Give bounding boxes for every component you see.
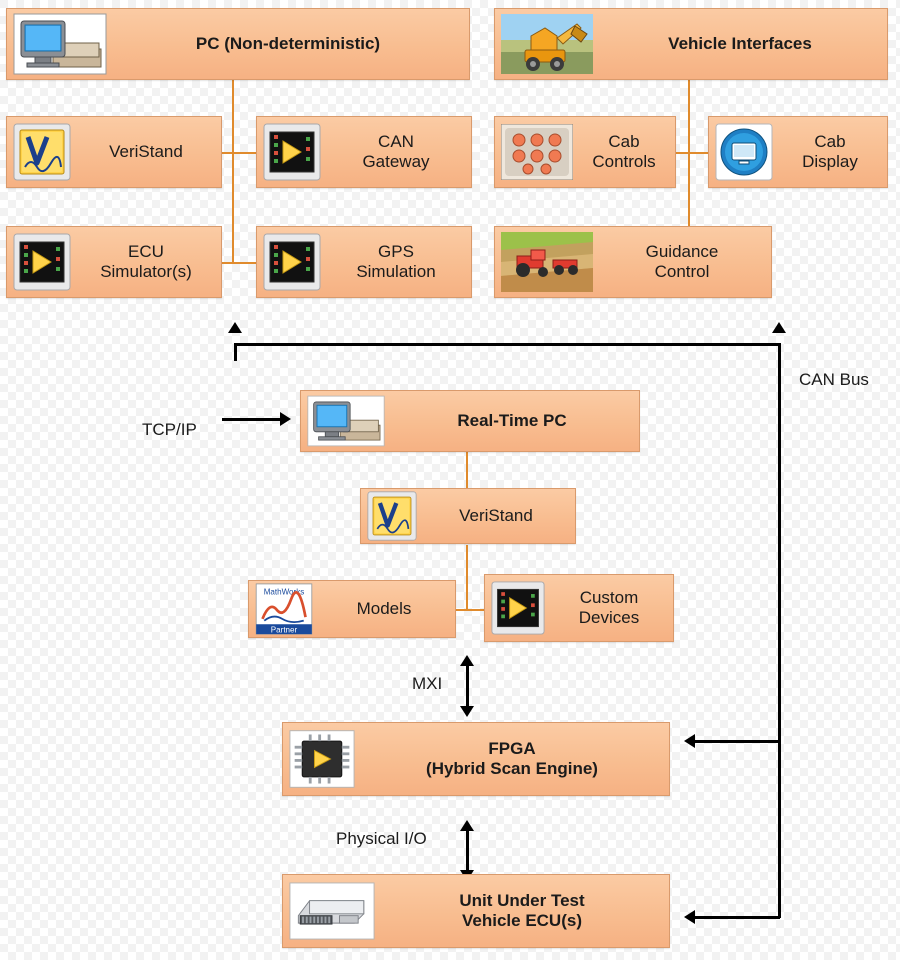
labview-vi-icon bbox=[263, 233, 321, 291]
labview-vi-icon bbox=[491, 581, 545, 635]
tcpip-arrow-line bbox=[222, 418, 282, 421]
node-cab-display[interactable]: Cab Display bbox=[708, 116, 888, 188]
connector-pc-to-rows bbox=[232, 79, 234, 153]
connector-veristand-models bbox=[466, 545, 468, 610]
edge-label-tcp-ip: TCP/IP bbox=[142, 420, 197, 439]
mxi-line bbox=[466, 665, 469, 708]
fpga-chip-icon bbox=[289, 729, 355, 789]
node-label: Vehicle Interfaces bbox=[668, 33, 812, 53]
node-label: Custom Devices bbox=[578, 587, 640, 627]
connector-pc-row-bus bbox=[232, 153, 234, 263]
ecu-module-icon bbox=[289, 882, 375, 940]
can-bus-left-arrowhead bbox=[228, 322, 242, 333]
node-pc-non-deterministic[interactable]: PC (Non-deterministic) bbox=[6, 8, 470, 80]
veristand-v-icon bbox=[13, 123, 71, 181]
node-ecu-simulators[interactable]: ECU Simulator(s) bbox=[6, 226, 222, 298]
node-custom-devices[interactable]: Custom Devices bbox=[484, 574, 674, 642]
veristand-v-icon bbox=[367, 491, 417, 541]
node-vehicle-interfaces[interactable]: Vehicle Interfaces bbox=[494, 8, 888, 80]
can-bus-fpga-arrowhead bbox=[684, 734, 695, 748]
monitor-round-icon bbox=[715, 123, 773, 181]
node-label: Cab Display bbox=[802, 131, 858, 171]
tractor-field-photo-icon bbox=[501, 232, 593, 292]
edge-label-physical-io: Physical I/O bbox=[336, 829, 427, 848]
labview-vi-icon bbox=[263, 123, 321, 181]
can-bus-top-rail bbox=[235, 343, 781, 346]
excavator-photo-icon bbox=[501, 14, 593, 74]
can-bus-left-stub bbox=[234, 343, 237, 361]
node-veristand-top[interactable]: VeriStand bbox=[6, 116, 222, 188]
node-label: Real-Time PC bbox=[457, 410, 567, 430]
node-label: Unit Under Test Vehicle ECU(s) bbox=[459, 890, 585, 930]
connector-vehicle-to-rows bbox=[688, 79, 690, 153]
edge-label-mxi: MXI bbox=[412, 674, 443, 693]
node-label: VeriStand bbox=[109, 141, 183, 161]
desktop-computer-icon bbox=[13, 13, 107, 75]
can-bus-right-rail bbox=[778, 343, 781, 918]
diagram-canvas: CAN Bus TCP/IP MXI Physical I/O PC (Non-… bbox=[0, 0, 900, 960]
node-guidance-control[interactable]: Guidance Control bbox=[494, 226, 772, 298]
mxi-arrowhead-down bbox=[460, 706, 474, 717]
node-unit-under-test[interactable]: Unit Under Test Vehicle ECU(s) bbox=[282, 874, 670, 948]
node-label: Cab Controls bbox=[592, 131, 656, 171]
node-label: Models bbox=[356, 598, 412, 618]
physical-io-arrowhead-up bbox=[460, 820, 474, 831]
node-cab-controls[interactable]: Cab Controls bbox=[494, 116, 676, 188]
can-bus-to-uut bbox=[692, 916, 780, 919]
edge-label-can-bus: CAN Bus bbox=[799, 370, 869, 389]
node-real-time-pc[interactable]: Real-Time PC bbox=[300, 390, 640, 452]
node-label: PC (Non-deterministic) bbox=[195, 33, 381, 53]
node-label: ECU Simulator(s) bbox=[100, 241, 192, 281]
svg-text:Partner: Partner bbox=[271, 625, 298, 634]
node-label: CAN Gateway bbox=[362, 131, 430, 171]
keypad-icon bbox=[501, 124, 573, 180]
node-label: Guidance Control bbox=[645, 241, 719, 281]
node-label: FPGA (Hybrid Scan Engine) bbox=[426, 738, 598, 778]
node-label: VeriStand bbox=[459, 505, 533, 525]
labview-vi-icon bbox=[13, 233, 71, 291]
node-gps-simulation[interactable]: GPS Simulation bbox=[256, 226, 472, 298]
can-bus-right-arrowhead bbox=[772, 322, 786, 333]
desktop-computer-icon bbox=[307, 395, 385, 447]
can-bus-uut-arrowhead bbox=[684, 910, 695, 924]
connector-rtpc-veristand bbox=[466, 451, 468, 490]
node-fpga[interactable]: FPGA (Hybrid Scan Engine) bbox=[282, 722, 670, 796]
node-label: GPS Simulation bbox=[356, 241, 436, 281]
can-bus-to-fpga bbox=[692, 740, 780, 743]
node-veristand-rt[interactable]: VeriStand bbox=[360, 488, 576, 544]
mathworks-partner-icon: MathWorks Partner bbox=[255, 583, 313, 635]
physical-io-line bbox=[466, 830, 469, 872]
node-models[interactable]: MathWorks Partner Models bbox=[248, 580, 456, 638]
mxi-arrowhead-up bbox=[460, 655, 474, 666]
tcpip-arrowhead bbox=[280, 412, 291, 426]
node-can-gateway[interactable]: CAN Gateway bbox=[256, 116, 472, 188]
